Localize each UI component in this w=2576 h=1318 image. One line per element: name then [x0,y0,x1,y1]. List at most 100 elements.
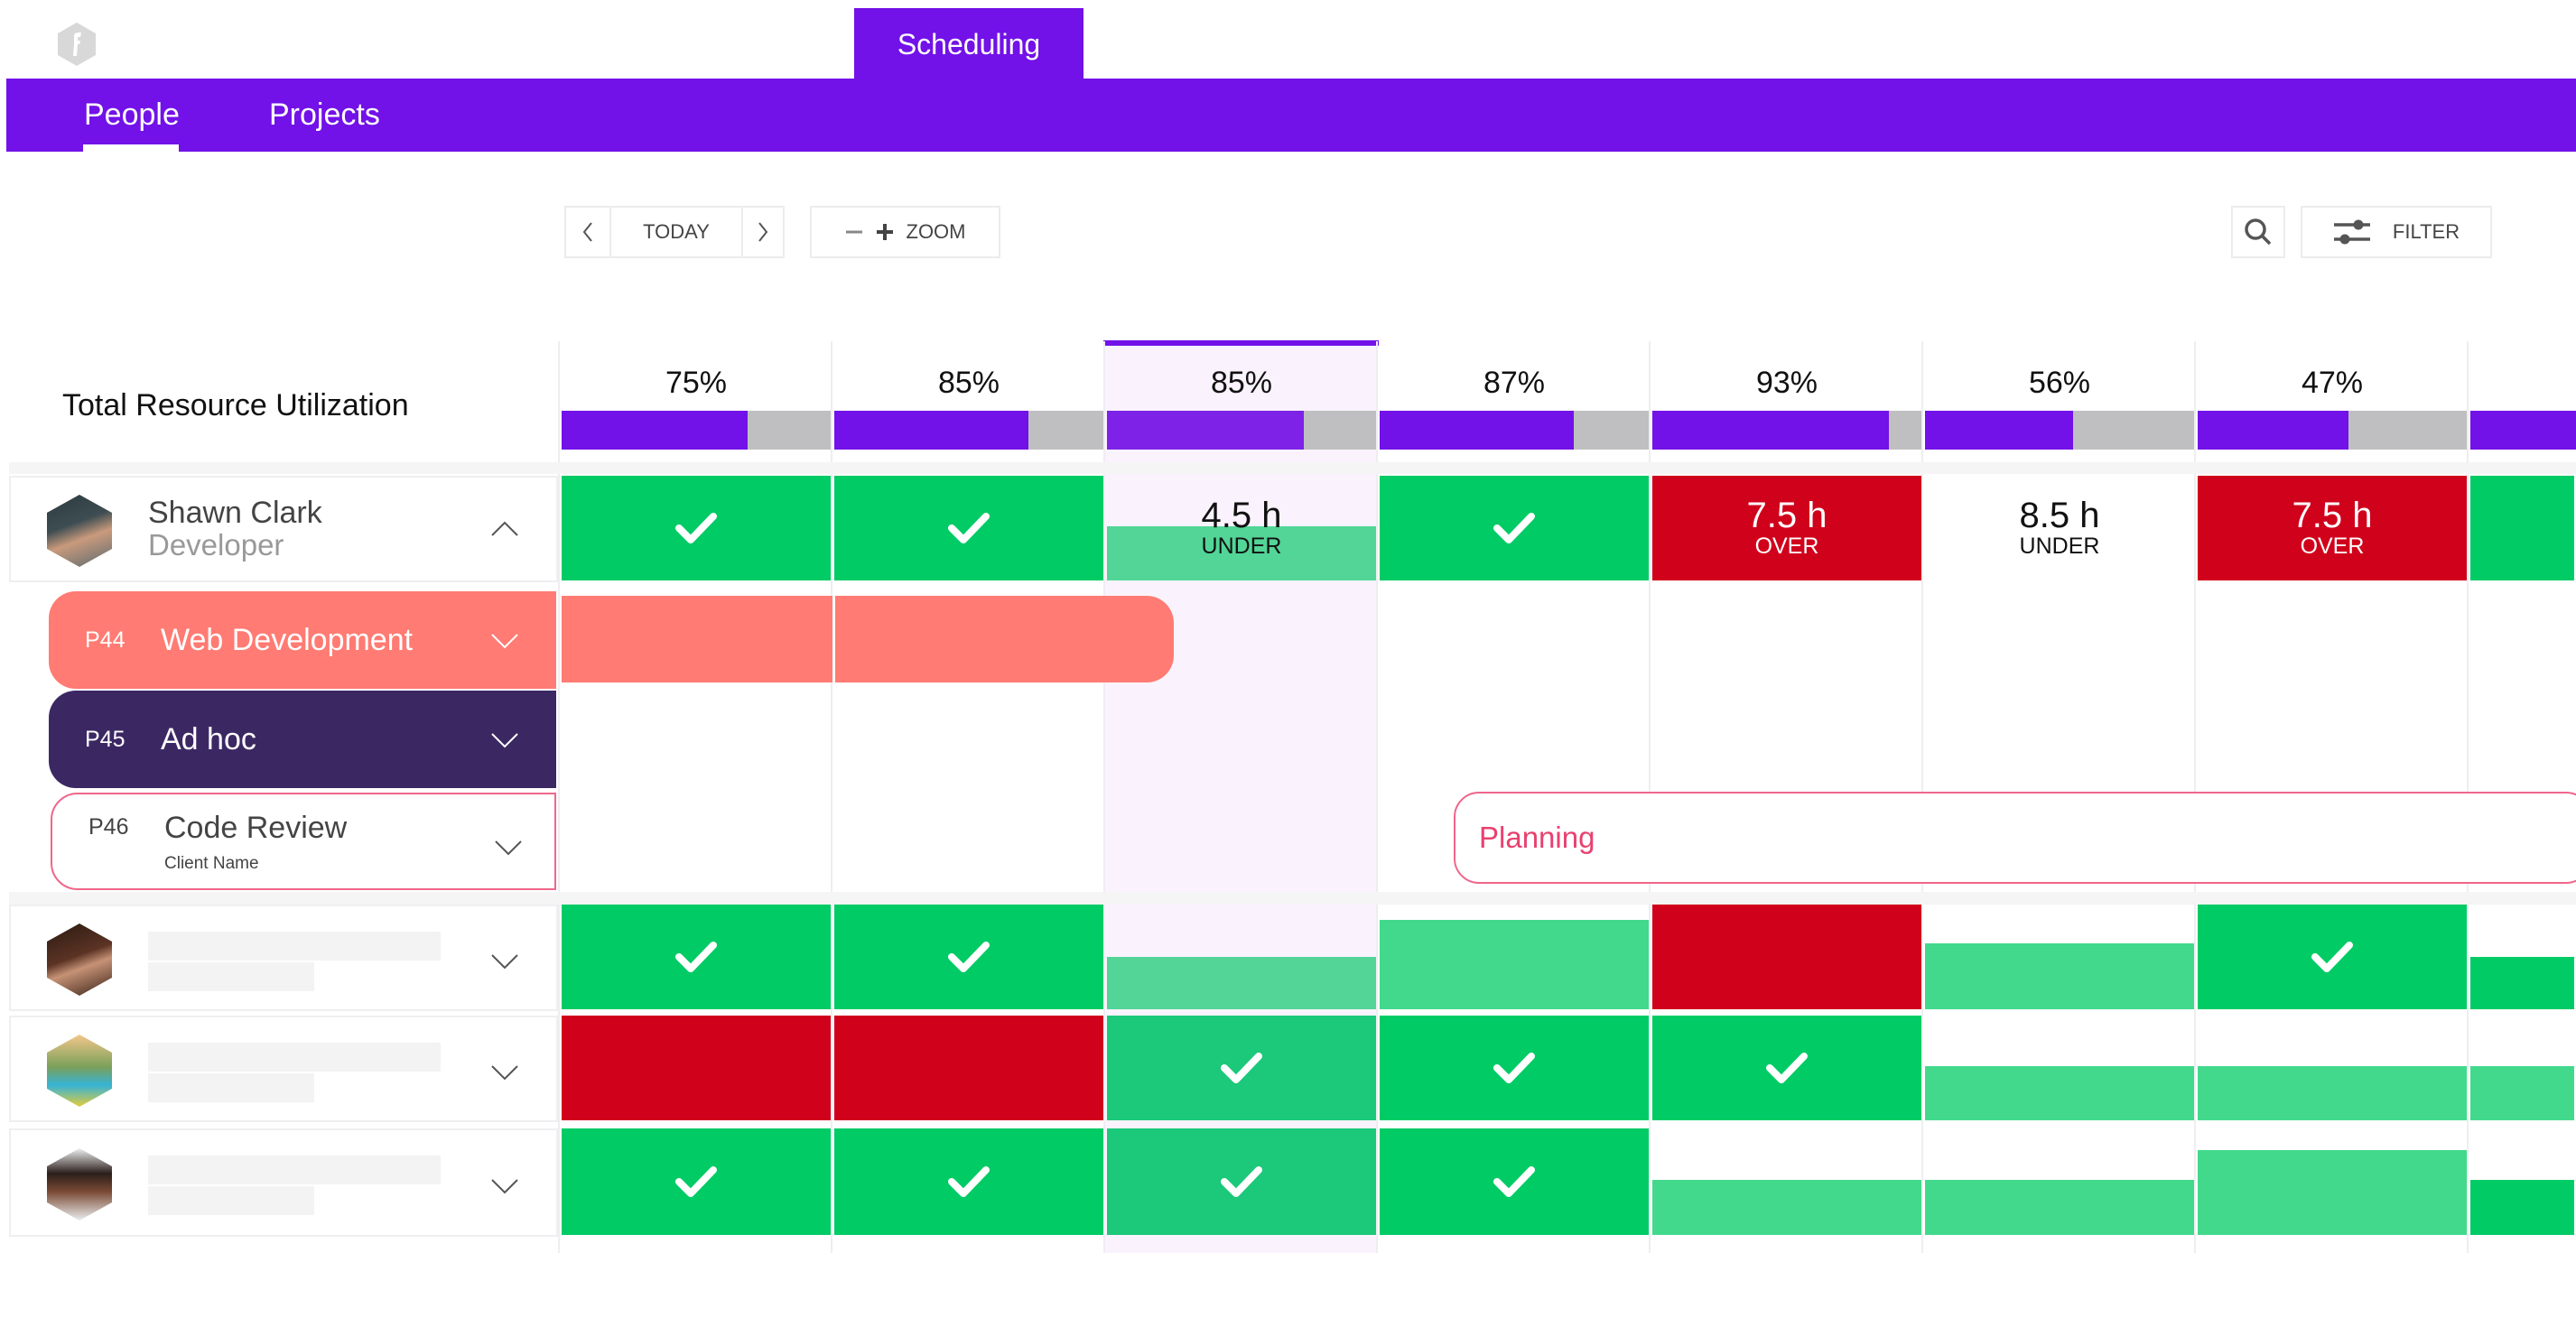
utilization-cell[interactable] [562,1128,831,1235]
next-period-button[interactable] [741,206,785,258]
person-row[interactable] [9,1016,558,1122]
cell-fill [1380,920,1649,1009]
expand-chevron-down-icon[interactable] [489,944,520,975]
utilization-bar [1107,411,1376,450]
utilization-cell[interactable] [562,476,831,580]
utilization-cell[interactable] [1380,1016,1649,1120]
timeline-bar-web-development[interactable] [562,596,1174,682]
utilization-label: Total Resource Utilization [62,388,409,422]
cell-content [674,939,718,975]
utilization-cell[interactable] [834,476,1103,580]
person-name: Shawn Clark [148,496,322,530]
utilization-cell[interactable] [562,905,831,1009]
cell-fill [1925,1180,2194,1235]
person-row[interactable] [9,905,558,1011]
tab-projects[interactable]: Projects [269,79,380,152]
cell-content: 4.5 h UNDER [1202,497,1282,559]
status-label: UNDER [2019,534,2100,559]
chevron-right-icon [758,222,768,242]
utilization-cell[interactable] [1652,905,1921,1009]
utilization-cell[interactable] [1925,1016,2194,1120]
avatar [47,924,112,996]
project-row-p44[interactable]: P44 Web Development [49,591,556,689]
utilization-cell[interactable] [2470,476,2574,580]
expand-chevron-down-icon[interactable] [489,723,520,754]
cell-fill [1652,905,1921,1009]
avatar [47,1148,112,1221]
zoom-out-icon[interactable] [845,223,863,241]
utilization-cell[interactable] [1925,1128,2194,1235]
utilization-bar-fill [1925,411,2073,450]
cell-content [1765,1050,1809,1086]
utilization-cell-over[interactable]: 7.5 h OVER [1652,476,1921,580]
project-code: P44 [85,627,126,653]
utilization-bar [2198,411,2467,450]
expand-chevron-down-icon[interactable] [493,831,524,861]
zoom-label: ZOOM [906,220,966,243]
app-logo-icon[interactable] [56,22,98,67]
today-button[interactable]: TODAY [609,206,743,258]
avatar [47,1035,112,1107]
utilization-cell[interactable] [2470,905,2574,1009]
utilization-bar [562,411,831,450]
utilization-cell[interactable] [834,905,1103,1009]
utilization-cell[interactable] [1107,1016,1376,1120]
app-tab-scheduling[interactable]: Scheduling [854,8,1083,80]
cell-content [947,510,990,546]
expand-chevron-down-icon[interactable] [489,1169,520,1200]
utilization-cell[interactable] [1107,905,1376,1009]
previous-period-button[interactable] [564,206,611,258]
utilization-cell[interactable] [1380,905,1649,1009]
utilization-cell[interactable] [1107,1128,1376,1235]
status-label: OVER [1754,534,1819,559]
search-button[interactable] [2231,206,2285,258]
utilization-cell[interactable] [1652,1128,1921,1235]
project-row-p46[interactable]: Client Name P46 Code Review [51,793,556,890]
utilization-cell[interactable] [562,1016,831,1120]
expand-chevron-down-icon[interactable] [489,624,520,654]
grid-column-divider [831,341,832,1253]
zoom-in-icon[interactable] [876,223,894,241]
cell-fill [2470,476,2574,580]
utilization-cell[interactable] [2470,1128,2574,1235]
utilization-cell[interactable] [834,1128,1103,1235]
filter-button[interactable]: FILTER [2301,206,2492,258]
utilization-cell[interactable] [1380,476,1649,580]
cell-content [2311,939,2354,975]
utilization-cell[interactable] [2198,1016,2467,1120]
cell-content: 7.5 h OVER [1747,497,1827,559]
utilization-cell[interactable] [2470,1016,2574,1120]
hours-value: 4.5 h [1201,496,1282,535]
utilization-bar [834,411,1103,450]
utilization-cell[interactable] [2198,1128,2467,1235]
row-separator [9,462,2576,474]
collapse-chevron-up-icon[interactable] [489,515,520,546]
utilization-cell-under[interactable]: 8.5 h UNDER [1925,476,2194,580]
check-icon [948,513,990,543]
person-row[interactable] [9,1128,558,1237]
today-column-marker [1103,340,1379,346]
utilization-percent: 87% [1483,366,1546,400]
utilization-cell[interactable] [1925,905,2194,1009]
timeline-bar-code-review[interactable]: Planning [1454,792,2576,884]
utilization-cell[interactable] [834,1016,1103,1120]
utilization-cell[interactable] [2198,905,2467,1009]
expand-chevron-down-icon[interactable] [489,1055,520,1086]
cell-content [674,1164,718,1200]
grid-column-divider [1376,341,1378,1253]
utilization-cell-over[interactable]: 7.5 h OVER [2198,476,2467,580]
cell-fill [1652,1180,1921,1235]
tab-people[interactable]: People [84,79,180,152]
person-row[interactable]: Shawn Clark Developer [9,476,558,582]
timeline-day-divider [832,596,835,682]
utilization-bar-fill [1652,411,1890,450]
check-icon [948,942,990,972]
project-row-p45[interactable]: P45 Ad hoc [49,691,556,788]
zoom-control[interactable]: ZOOM [810,206,1000,258]
utilization-bar [1652,411,1921,450]
utilization-cell[interactable] [1652,1016,1921,1120]
utilization-cell[interactable] [1380,1128,1649,1235]
utilization-cell-under[interactable]: 4.5 h UNDER [1107,476,1376,580]
utilization-bar-fill [1107,411,1304,450]
cell-content [674,510,718,546]
